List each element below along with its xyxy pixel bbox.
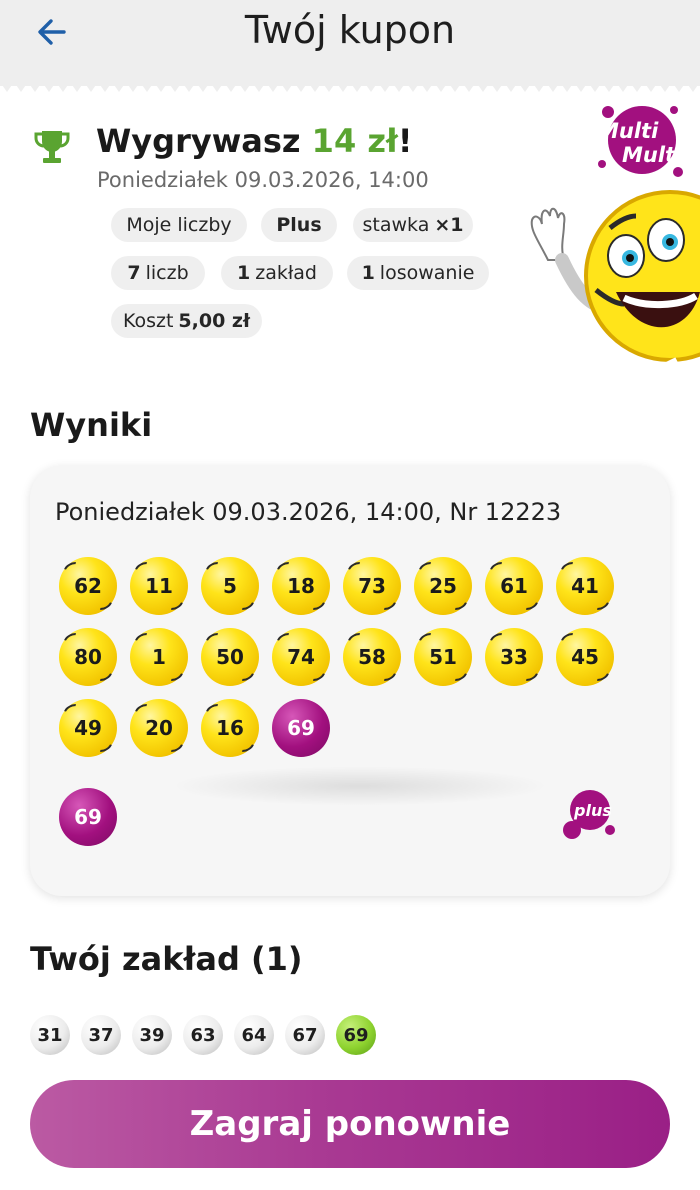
plus-logo-text: plus bbox=[573, 801, 612, 820]
chip-my-numbers-label: Moje liczby bbox=[126, 214, 232, 236]
drawn-ball: 33 bbox=[485, 628, 543, 686]
bet-ball: 64 bbox=[234, 1015, 274, 1055]
card-shadow-divider bbox=[170, 766, 550, 806]
chip-draws-label: losowanie bbox=[379, 262, 475, 284]
drawn-ball: 20 bbox=[130, 699, 188, 757]
win-suffix: ! bbox=[397, 122, 413, 160]
drawn-ball-purple: 69 bbox=[272, 699, 330, 757]
chip-cost-value: 5,00 zł bbox=[178, 310, 251, 332]
drawn-ball: 50 bbox=[201, 628, 259, 686]
drawn-ball: 73 bbox=[343, 557, 401, 615]
drawn-ball: 51 bbox=[414, 628, 472, 686]
win-headline: Wygrywasz 14 zł! bbox=[96, 122, 412, 160]
drawn-ball: 11 bbox=[130, 557, 188, 615]
chip-bets-value: 1 bbox=[237, 262, 251, 284]
bet-ball: 39 bbox=[132, 1015, 172, 1055]
drawn-ball: 49 bbox=[59, 699, 117, 757]
chip-plus-label: Plus bbox=[276, 214, 322, 236]
chip-numbers-value: 7 bbox=[127, 262, 141, 284]
chip-stake-label: stawka bbox=[362, 214, 430, 236]
bet-ball: 31 bbox=[30, 1015, 70, 1055]
trophy-icon bbox=[34, 131, 70, 163]
chip-plus: Plus bbox=[261, 208, 337, 242]
chip-cost: Koszt 5,00 zł bbox=[111, 304, 262, 338]
chip-draws-value: 1 bbox=[361, 262, 375, 284]
drawn-ball: 58 bbox=[343, 628, 401, 686]
logo-line-2: Multi bbox=[622, 143, 683, 167]
drawn-ball: 62 bbox=[59, 557, 117, 615]
bet-ball: 63 bbox=[183, 1015, 223, 1055]
drawn-ball: 5 bbox=[201, 557, 259, 615]
drawn-ball: 74 bbox=[272, 628, 330, 686]
chip-stake: stawka ×1 bbox=[353, 208, 473, 242]
bet-ball-matched: 69 bbox=[336, 1015, 376, 1055]
coupon-date: Poniedziałek 09.03.2026, 14:00 bbox=[97, 168, 429, 192]
top-bar: Twój kupon bbox=[0, 0, 700, 86]
mascot-ball-illustration bbox=[530, 190, 700, 420]
bet-section-title: Twój zakład (1) bbox=[30, 940, 303, 978]
drawn-ball: 41 bbox=[556, 557, 614, 615]
chip-numbers-label: liczb bbox=[145, 262, 189, 284]
chip-cost-label: Koszt bbox=[122, 310, 174, 332]
win-prefix: Wygrywasz bbox=[96, 122, 301, 160]
chip-stake-value: ×1 bbox=[434, 214, 464, 236]
drawn-ball: 16 bbox=[201, 699, 259, 757]
results-card: Poniedziałek 09.03.2026, 14:00, Nr 12223… bbox=[30, 466, 670, 896]
logo-line-1: Multi bbox=[598, 119, 659, 143]
header-zigzag-edge bbox=[0, 80, 700, 92]
draw-info: Poniedziałek 09.03.2026, 14:00, Nr 12223 bbox=[55, 498, 562, 526]
drawn-ball: 18 bbox=[272, 557, 330, 615]
drawn-ball: 45 bbox=[556, 628, 614, 686]
page-title: Twój kupon bbox=[244, 8, 456, 52]
drawn-ball: 61 bbox=[485, 557, 543, 615]
multi-multi-logo: Multi Multi bbox=[598, 106, 683, 177]
bet-ball: 37 bbox=[81, 1015, 121, 1055]
results-section-title: Wyniki bbox=[30, 406, 153, 444]
drawn-ball: 80 bbox=[59, 628, 117, 686]
chip-bets-label: zakład bbox=[255, 262, 317, 284]
plus-ball: 69 bbox=[59, 788, 117, 846]
plus-logo: plus bbox=[563, 790, 615, 839]
play-again-button[interactable]: Zagraj ponownie bbox=[30, 1080, 670, 1168]
chip-numbers-count: 7 liczb bbox=[111, 256, 205, 290]
chip-bets-count: 1 zakład bbox=[221, 256, 333, 290]
win-amount: 14 zł bbox=[311, 122, 398, 160]
drawn-ball: 1 bbox=[130, 628, 188, 686]
drawn-ball: 25 bbox=[414, 557, 472, 615]
chip-draws-count: 1 losowanie bbox=[347, 256, 489, 290]
bet-ball: 67 bbox=[285, 1015, 325, 1055]
chip-my-numbers: Moje liczby bbox=[111, 208, 247, 242]
